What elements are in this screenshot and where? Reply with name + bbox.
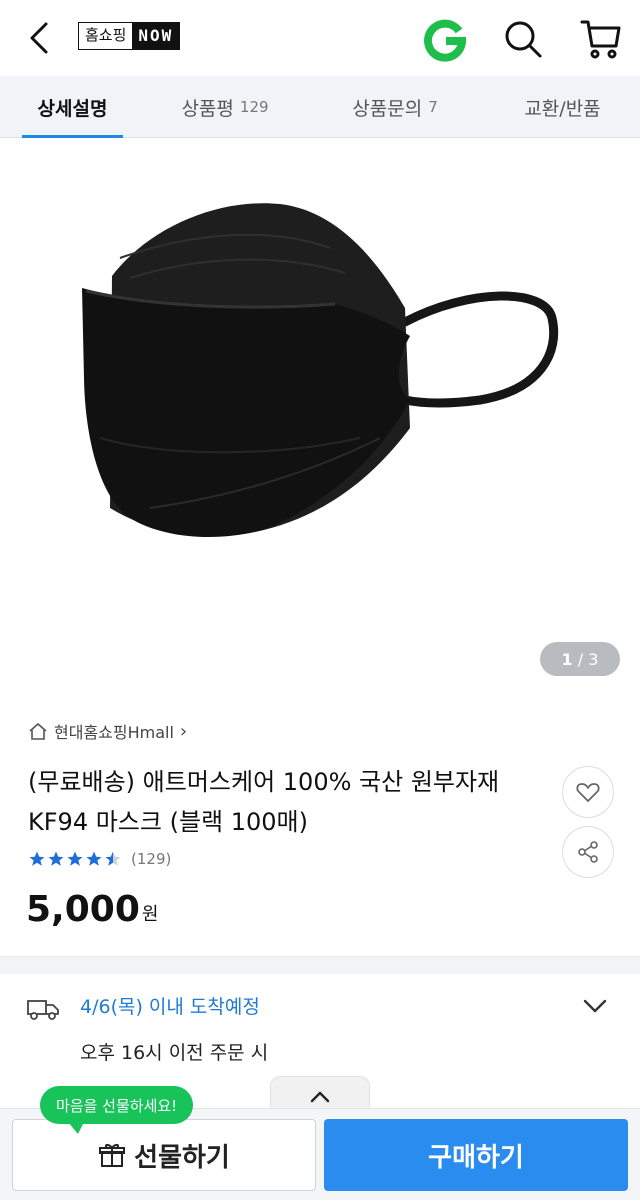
tab-detail[interactable]: 상세설명 [0, 76, 145, 138]
store-link[interactable]: 현대홈쇼핑Hmall › [28, 718, 187, 744]
buy-label: 구매하기 [428, 1142, 524, 1173]
search-icon [505, 21, 542, 58]
home-icon [29, 722, 47, 740]
buy-button[interactable]: 구매하기 [324, 1119, 628, 1191]
tab-detail-label: 상세설명 [37, 97, 108, 120]
product-title: (무료배송) 애트머스케어 100% 국산 원부자재 KF94 마스크 (블랙 … [28, 768, 500, 836]
back-icon [30, 22, 48, 54]
share-icon [578, 841, 598, 863]
pager-total: 3 [588, 649, 599, 669]
g-logo-icon [424, 19, 467, 62]
brand-now-label: NOW [132, 23, 180, 49]
star-icon [86, 851, 102, 866]
star-icon [67, 851, 83, 866]
truck-icon [27, 1000, 59, 1020]
cart-button[interactable] [576, 14, 624, 62]
top-app-bar: 홈쇼핑 NOW [0, 0, 640, 76]
store-name: 현대홈쇼핑Hmall [54, 723, 174, 742]
star-icon [29, 851, 45, 866]
hs-now-logo[interactable]: 홈쇼핑 NOW [78, 22, 181, 50]
tab-reviews-label: 상품평 [181, 97, 234, 120]
heart-icon [576, 783, 600, 802]
rating-summary[interactable]: (129) [28, 846, 171, 872]
tab-reviews[interactable]: 상품평 129 [145, 76, 305, 138]
tab-qna[interactable]: 상품문의 7 [305, 76, 485, 138]
back-button[interactable] [20, 18, 60, 58]
section-divider [0, 956, 640, 974]
tab-reviews-count: 129 [239, 98, 269, 116]
product-image-carousel[interactable]: 1 / 3 [0, 138, 640, 698]
chevron-down-icon[interactable] [580, 994, 610, 1018]
share-button[interactable] [562, 826, 614, 878]
search-button[interactable] [500, 16, 546, 62]
review-count: (129) [131, 850, 172, 868]
star-icon [48, 851, 64, 866]
pager-separator: / [572, 649, 589, 669]
tab-exchange-label: 교환/반품 [524, 97, 601, 120]
tab-exchange-return[interactable]: 교환/반품 [485, 76, 640, 138]
chevron-right-icon: › [179, 720, 188, 742]
price: 5,000 원 [26, 882, 158, 932]
brand-ko-label: 홈쇼핑 [79, 23, 133, 49]
delivery-eta: 4/6(목) 이내 도착예정 [80, 996, 260, 1018]
price-unit: 원 [141, 904, 159, 925]
cart-icon [580, 20, 621, 59]
gift-label: 선물하기 [134, 1142, 230, 1173]
gift-tooltip: 마음을 선물하세요! [40, 1086, 194, 1134]
g-logo-button[interactable] [422, 16, 468, 62]
product-image-mask [82, 203, 559, 538]
star-icon [105, 851, 121, 866]
tab-qna-count: 7 [428, 98, 438, 116]
price-value: 5,000 [26, 889, 140, 930]
gift-button[interactable]: 선물하기 [12, 1119, 316, 1191]
product-tabs: 상세설명 상품평 129 상품문의 7 교환/반품 [0, 76, 640, 138]
delivery-cutoff: 오후 16시 이전 주문 시 [80, 1042, 269, 1064]
tab-qna-label: 상품문의 [352, 97, 423, 120]
pager-current: 1 [561, 649, 573, 669]
image-pager: 1 / 3 [540, 642, 620, 676]
rating-stars [28, 850, 123, 868]
chevron-up-icon [310, 1091, 330, 1102]
wishlist-button[interactable] [562, 766, 614, 818]
gift-icon [99, 1144, 126, 1167]
